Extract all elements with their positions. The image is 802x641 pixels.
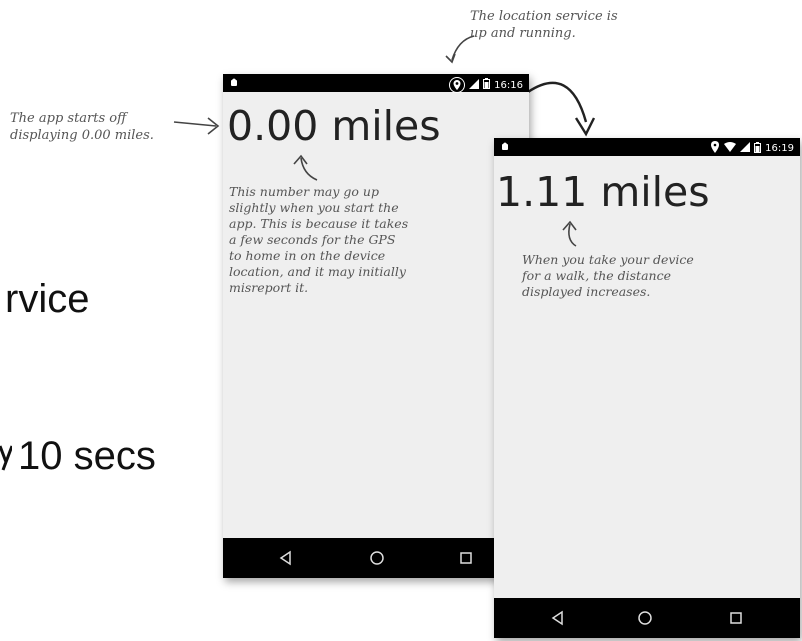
status-bar-1: 16:16 bbox=[223, 74, 529, 93]
battery-icon bbox=[754, 141, 762, 156]
battery-icon bbox=[483, 78, 491, 92]
slide-text-secs: 10 secs bbox=[18, 434, 156, 478]
annotation-arrow-walk bbox=[562, 220, 577, 247]
location-pin-icon bbox=[449, 77, 466, 93]
annotation-walk: When you take your device for a walk, th… bbox=[522, 252, 694, 299]
signal-icon bbox=[740, 142, 751, 155]
distance-display-2: 1.11 miles bbox=[496, 168, 710, 216]
phone-screen-1: 16:16 0.00 miles This number may go up s… bbox=[223, 74, 529, 578]
recent-square-icon[interactable] bbox=[458, 550, 474, 566]
annotation-arrow-app-starts bbox=[173, 117, 220, 135]
back-triangle-icon[interactable] bbox=[550, 610, 566, 626]
distance-display-1: 0.00 miles bbox=[227, 102, 441, 150]
status-time-2: 16:19 bbox=[765, 143, 794, 154]
status-bar-2: 16:19 bbox=[494, 138, 800, 156]
location-pin-icon bbox=[710, 141, 720, 156]
slide-text-service: rvice bbox=[5, 277, 90, 321]
annotation-location-service: The location service is up and running. bbox=[470, 9, 618, 41]
back-triangle-icon[interactable] bbox=[278, 550, 294, 566]
android-icon bbox=[500, 141, 510, 154]
annotation-number-may-go-up: This number may go up slightly when you … bbox=[229, 184, 409, 295]
home-circle-icon[interactable] bbox=[369, 550, 385, 566]
nav-bar-2 bbox=[494, 598, 800, 638]
home-circle-icon[interactable] bbox=[637, 610, 653, 626]
annotation-arrow-number bbox=[293, 154, 318, 181]
annotation-arrow-location bbox=[445, 35, 475, 64]
slide-text-fragment-y bbox=[0, 436, 12, 476]
android-icon bbox=[229, 77, 239, 90]
signal-icon bbox=[469, 78, 480, 92]
annotation-arrow-phone-transition bbox=[527, 81, 596, 137]
annotation-app-starts: The app starts off displaying 0.00 miles… bbox=[10, 111, 154, 143]
wifi-icon bbox=[724, 142, 737, 155]
recent-square-icon[interactable] bbox=[728, 610, 744, 626]
status-time-1: 16:16 bbox=[494, 79, 523, 91]
phone-screen-2: 16:19 1.11 miles When you take your devi… bbox=[494, 138, 800, 638]
nav-bar-1 bbox=[223, 538, 529, 578]
